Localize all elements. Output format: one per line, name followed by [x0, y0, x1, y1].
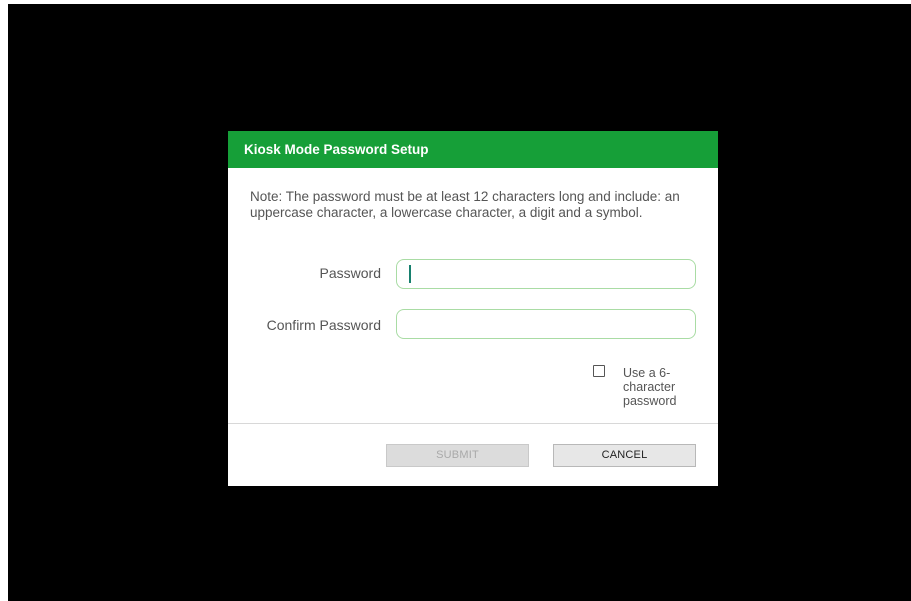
cancel-button[interactable]: CANCEL — [553, 444, 696, 467]
six-character-checkbox-label[interactable]: Use a 6-character password — [623, 366, 693, 408]
footer-divider — [228, 423, 718, 424]
password-label: Password — [319, 265, 381, 281]
submit-button[interactable]: SUBMIT — [386, 444, 529, 467]
confirm-password-label: Confirm Password — [266, 317, 381, 333]
confirm-password-input[interactable] — [396, 309, 696, 339]
screen-backdrop: Kiosk Mode Password Setup Note: The pass… — [8, 4, 911, 601]
text-cursor — [409, 265, 411, 283]
password-requirements-note: Note: The password must be at least 12 c… — [250, 189, 680, 220]
six-character-checkbox[interactable] — [593, 365, 605, 377]
password-input[interactable] — [396, 259, 696, 289]
dialog-title: Kiosk Mode Password Setup — [228, 131, 718, 168]
password-setup-dialog: Kiosk Mode Password Setup Note: The pass… — [228, 131, 718, 486]
